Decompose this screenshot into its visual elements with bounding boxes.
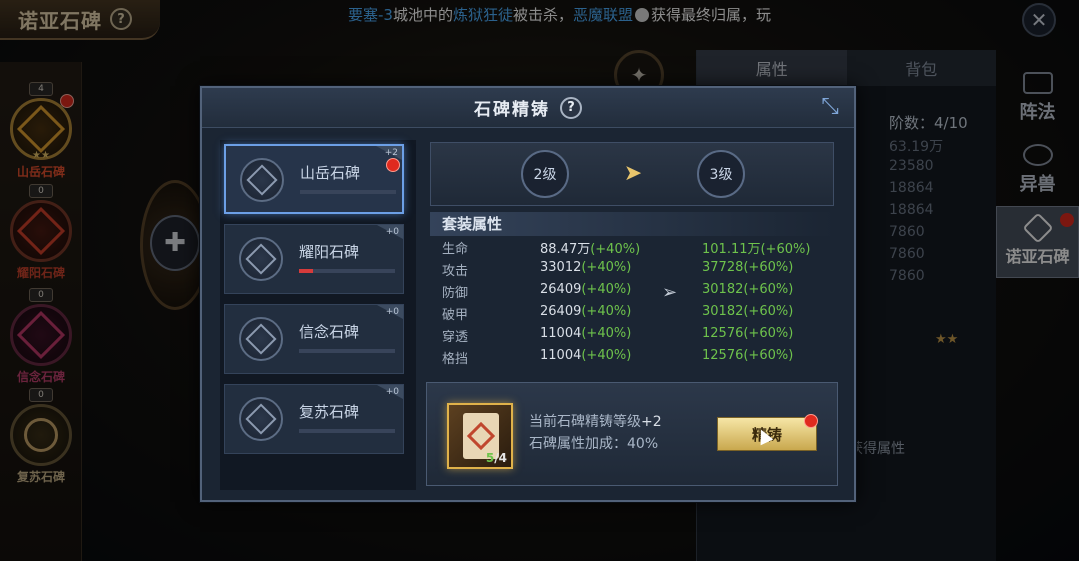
attribute-row: 攻击 33012(+40%) 37728(+60%): [430, 260, 834, 282]
stele-forge-dialog: 石碑精铸 ? ⤡ +2 山岳石碑 +0 耀阳石碑 +0 信念石碑 +0 复苏石碑…: [200, 86, 856, 502]
attr-current-value: 26409: [540, 304, 582, 319]
forge-panel: 5/4 当前石碑精铸等级+2 石碑属性加成：40% 精铸: [426, 382, 838, 486]
stele-emblem-icon: [240, 158, 284, 202]
stele-bonus: 石碑属性加成：40%: [529, 436, 659, 452]
attr-current-pct: (+40%): [581, 260, 632, 275]
set-attributes-header: 套装属性: [430, 212, 834, 236]
forge-level: +0: [385, 227, 399, 237]
attribute-row: 破甲 26409(+40%) 30182(+60%): [430, 304, 834, 326]
attr-current: 33012(+40%): [540, 260, 631, 275]
attr-current: 26409(+40%): [540, 282, 631, 297]
stele-emblem-icon: [239, 317, 283, 361]
forge-level: +0: [385, 387, 399, 397]
arrow-right-icon: ➤: [623, 161, 643, 186]
stele-name: 复苏石碑: [299, 403, 360, 421]
attr-current: 26409(+40%): [540, 304, 631, 319]
attr-name: 生命: [442, 242, 469, 257]
progress-bar: [299, 269, 395, 273]
attr-current-value: 11004: [540, 326, 582, 341]
attr-next: 12576(+60%): [702, 348, 794, 363]
material-need: /4: [494, 451, 507, 465]
progress-bar: [300, 190, 396, 194]
attribute-row: 防御 26409(+40%) 30182(+60%): [430, 282, 834, 304]
arrow-right-icon: ➢: [662, 282, 678, 303]
notification-dot: [386, 158, 400, 172]
attr-next: 101.11万(+60%): [702, 242, 811, 257]
stele-list-item[interactable]: +0 复苏石碑: [224, 384, 404, 454]
current-forge-level: 当前石碑精铸等级+2: [529, 411, 662, 431]
attr-next: 12576(+60%): [702, 326, 794, 341]
forge-level-value: +2: [641, 414, 662, 430]
attr-next: 30182(+60%): [702, 282, 794, 297]
stele-name: 山岳石碑: [300, 164, 361, 182]
attr-name: 破甲: [442, 308, 469, 323]
attr-name: 格挡: [442, 352, 469, 367]
next-level: 3级: [697, 150, 745, 198]
attr-next: 30182(+60%): [702, 304, 794, 319]
attr-current-value: 88.47万: [540, 242, 591, 257]
attribute-row: 生命 88.47万(+40%) 101.11万(+60%): [430, 238, 834, 260]
attr-current-pct: (+40%): [581, 326, 632, 341]
progress-bar: [299, 429, 395, 433]
attr-current-value: 26409: [540, 282, 582, 297]
notification-dot: [804, 414, 818, 428]
attr-current-value: 11004: [540, 348, 582, 363]
stele-emblem-icon: [239, 397, 283, 441]
attr-current-pct: (+40%): [581, 348, 632, 363]
forge-level-label: 当前石碑精铸等级: [529, 414, 641, 430]
material-count: 5/4: [486, 451, 507, 465]
dialog-header: 石碑精铸 ?: [202, 88, 854, 128]
collapse-icon[interactable]: ⤡: [818, 96, 842, 120]
attribute-row: 穿透 11004(+40%) 12576(+60%): [430, 326, 834, 348]
progress-bar: [299, 349, 395, 353]
stele-emblem-icon: [239, 237, 283, 281]
attr-name: 防御: [442, 286, 469, 301]
stele-list-item[interactable]: +2 山岳石碑: [224, 144, 404, 214]
attr-current: 11004(+40%): [540, 348, 631, 363]
forge-level: +0: [385, 307, 399, 317]
attr-current: 88.47万(+40%): [540, 238, 640, 257]
current-level: 2级: [521, 150, 569, 198]
attribute-row: 格挡 11004(+40%) 12576(+60%): [430, 348, 834, 370]
stele-list: +2 山岳石碑 +0 耀阳石碑 +0 信念石碑 +0 复苏石碑: [220, 140, 416, 490]
stele-name: 耀阳石碑: [299, 243, 360, 261]
level-transition: 2级 ➤ 3级: [430, 142, 834, 206]
help-icon[interactable]: ?: [560, 96, 582, 119]
material-have: 5: [485, 451, 495, 465]
forge-material-slot[interactable]: 5/4: [447, 403, 513, 469]
attr-current-pct: (+40%): [581, 304, 632, 319]
attr-next: 37728(+60%): [702, 260, 794, 275]
stele-list-item[interactable]: +0 信念石碑: [224, 304, 404, 374]
dialog-title: 石碑精铸: [474, 100, 550, 120]
attr-current: 11004(+40%): [540, 326, 631, 341]
attr-current-value: 33012: [540, 260, 582, 275]
stele-list-item[interactable]: +0 耀阳石碑: [224, 224, 404, 294]
attr-current-pct: (+40%): [590, 242, 641, 257]
attr-current-pct: (+40%): [581, 282, 632, 297]
stele-name: 信念石碑: [299, 323, 360, 341]
attribute-table: 生命 88.47万(+40%) 101.11万(+60%) 攻击 33012(+…: [430, 238, 834, 378]
progress-fill: [299, 269, 314, 273]
attr-name: 穿透: [442, 330, 469, 345]
attr-name: 攻击: [442, 264, 469, 279]
forge-level: +2: [384, 148, 398, 158]
